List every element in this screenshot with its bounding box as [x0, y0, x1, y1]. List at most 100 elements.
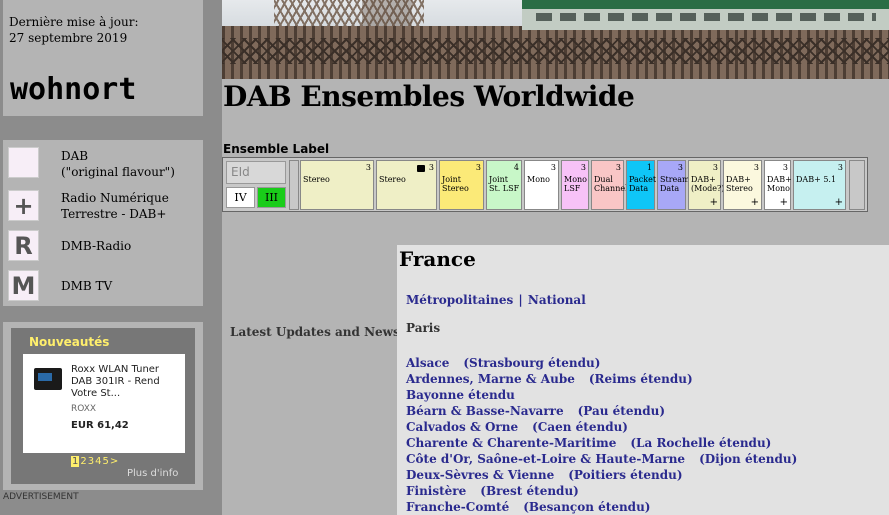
ensemble-legend-cell: DAB+ 5.1 3 + — [793, 160, 846, 210]
widget-pager: 1 2345> — [71, 456, 119, 467]
region-item: Finistère (Brest étendu) — [406, 480, 797, 498]
pager-page-4[interactable]: 4 — [95, 456, 101, 467]
last-update-text: Dernière mise à jour: 27 septembre 2019 — [9, 14, 139, 46]
pager-page-5[interactable]: 5 — [103, 456, 109, 467]
legend-item-dab-plus: + Radio Numérique Terrestre - DAB+ — [8, 190, 198, 222]
cell-count: 1 — [646, 163, 652, 172]
band-iii-toggle[interactable]: III — [257, 187, 286, 208]
left-sidebar: Dernière mise à jour: 27 septembre 2019 … — [0, 0, 222, 515]
cell-count: 3 — [677, 163, 683, 172]
header-photo — [222, 0, 889, 79]
product-brand: ROXX — [71, 404, 97, 414]
cell-label: DAB+ 5.1 — [796, 175, 837, 184]
lock-icon — [417, 165, 425, 172]
pager-page-2[interactable]: 2 — [80, 456, 86, 467]
cell-label: DAB+ Mono — [767, 175, 792, 193]
news-widget: Nouveautés Roxx WLAN Tuner DAB 301IR - R… — [11, 328, 195, 484]
cell-label: Mono LSF — [564, 175, 587, 193]
cell-count: 3 — [837, 163, 843, 172]
ensemble-legend-cell: Stream Data 3 — [657, 160, 690, 210]
cell-label: Dual Channel — [594, 175, 628, 193]
region-item: Côte d'Or, Saône-et-Loire & Haute-Marne(… — [406, 448, 797, 466]
cell-label: DAB+ (Mode?) — [691, 175, 725, 193]
national-link[interactable]: National — [528, 293, 586, 307]
region-list: Alsace (Strasbourg étendu) Ardennes, Marne… — [406, 352, 797, 514]
legend-label: DMB TV — [61, 279, 113, 293]
dab-plus-marker: + — [709, 197, 718, 208]
legend-box: DAB ("original flavour") + Radio Numériq… — [3, 140, 203, 306]
legend-sublabel: Terrestre - DAB+ — [61, 207, 167, 221]
region-extended-link[interactable]: (Poitiers étendu) — [568, 468, 682, 482]
ensemble-legend-cell: DAB+ Stereo 3 + — [723, 160, 762, 210]
pager-page-1[interactable]: 1 — [71, 456, 80, 467]
ensemble-bar: EId IV III Stereo 3 Stereo 3 Joint Stereo 3 Jo… — [222, 157, 868, 212]
dmb-radio-icon: R — [8, 230, 39, 261]
cell-count: 3 — [782, 163, 788, 172]
cell-count: 4 — [513, 163, 519, 172]
legend-label: DAB — [61, 149, 89, 163]
pager-page-3[interactable]: 3 — [88, 456, 94, 467]
product-name[interactable]: Roxx WLAN Tuner DAB 301IR - Rend Votre S… — [71, 364, 181, 400]
region-extended-link[interactable]: (Besançon étendu) — [523, 500, 650, 514]
cell-count: 3 — [428, 163, 434, 172]
ensemble-legend-cell: Joint Stereo 3 — [439, 160, 484, 210]
bridge-image — [222, 26, 889, 79]
cell-count: 3 — [580, 163, 586, 172]
link-separator: | — [518, 293, 523, 307]
band-iv-toggle[interactable]: IV — [226, 187, 255, 208]
wohnort-logo[interactable]: wohnort — [10, 72, 136, 107]
content-panel: France Métropolitaines | National Paris … — [397, 245, 889, 515]
more-info-link[interactable]: Plus d'info — [127, 468, 178, 479]
cell-count: 3 — [753, 163, 759, 172]
latest-updates-link[interactable]: Latest Updates and News — [230, 325, 400, 339]
legend-item-dab: DAB ("original flavour") — [8, 147, 198, 179]
product-card[interactable]: Roxx WLAN Tuner DAB 301IR - Rend Votre S… — [23, 354, 185, 453]
ensemble-legend-cell: Stereo 3 — [300, 160, 374, 210]
dab-plus-icon: + — [8, 190, 39, 221]
dmb-tv-icon: M — [8, 270, 39, 301]
region-extended-link[interactable]: (Dijon étendu) — [699, 452, 797, 466]
cell-label: Stereo — [379, 175, 406, 184]
cell-label: Packet Data — [629, 175, 657, 193]
cell-count: 3 — [550, 163, 556, 172]
ensemble-legend-cell: Joint St. LSF 4 — [486, 160, 522, 210]
region-item: Alsace (Strasbourg étendu) — [406, 352, 797, 370]
metropolitaines-link[interactable]: Métropolitaines — [406, 293, 513, 307]
cell-label: Joint Stereo — [442, 175, 469, 193]
metro-train-image — [522, 0, 889, 30]
bar-separator — [849, 160, 865, 210]
advertisement-label: ADVERTISEMENT — [3, 492, 79, 502]
cell-count: 3 — [475, 163, 481, 172]
cell-label: Stereo — [303, 175, 330, 184]
region-item: Deux-Sèvres & Vienne (Poitiers étendu) — [406, 464, 797, 482]
region-item: Calvados & Orne (Caen étendu) — [406, 416, 797, 434]
ensemble-legend-cell: Packet Data 1 — [626, 160, 657, 210]
region-item: Béarn & Basse-Navarre (Pau étendu) — [406, 400, 797, 418]
dab-plus-marker: + — [834, 197, 843, 208]
bar-separator — [289, 160, 299, 210]
last-update-date: 27 septembre 2019 — [9, 31, 128, 45]
legend-label: DMB-Radio — [61, 239, 132, 253]
ensemble-label-heading: Ensemble Label — [223, 142, 330, 156]
region-extended-link[interactable]: (Reims étendu) — [589, 372, 693, 386]
ensemble-legend-cell: Mono 3 — [524, 160, 559, 210]
dab-original-icon — [8, 147, 39, 178]
region-link[interactable]: Franche-Comté — [406, 500, 509, 514]
news-widget-title: Nouveautés — [29, 335, 110, 349]
eid-field[interactable]: EId — [226, 161, 286, 184]
dab-plus-marker: + — [750, 197, 759, 208]
national-links: Métropolitaines | National — [406, 289, 586, 308]
last-update-label: Dernière mise à jour: — [9, 15, 139, 29]
region-item: Ardennes, Marne & Aube (Reims étendu) — [406, 368, 797, 386]
dab-plus-marker: + — [779, 197, 788, 208]
cell-count: 3 — [365, 163, 371, 172]
ensemble-legend-cell: Mono LSF 3 — [561, 160, 589, 210]
cell-label: Stream Data — [660, 175, 690, 193]
product-image[interactable] — [34, 368, 62, 390]
product-price: EUR 61,42 — [71, 420, 129, 431]
cell-label: Joint St. LSF — [489, 175, 520, 193]
legend-sublabel: ("original flavour") — [61, 165, 175, 179]
region-item: Charente & Charente-Maritime (La Rochelle… — [406, 432, 797, 450]
ensemble-legend-cell: DAB+ (Mode?) 3 + — [688, 160, 725, 210]
pager-next[interactable]: > — [110, 456, 118, 467]
